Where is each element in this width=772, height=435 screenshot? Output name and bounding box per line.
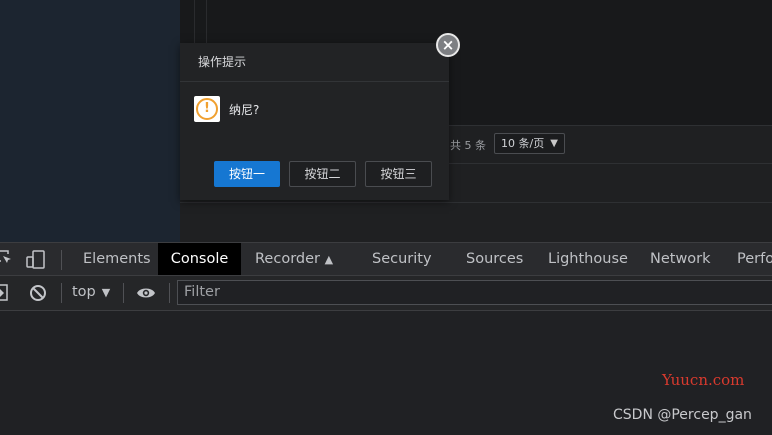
- devtools-tab-bar: Elements Console Recorder ▲ Security Sou…: [0, 242, 772, 276]
- eye-icon[interactable]: [136, 285, 156, 305]
- inspect-element-icon[interactable]: [0, 249, 14, 271]
- close-icon[interactable]: ×: [436, 33, 460, 57]
- filter-input[interactable]: Filter: [177, 280, 772, 305]
- context-selector[interactable]: top ▼: [72, 284, 110, 300]
- tab-recorder[interactable]: Recorder ▲: [255, 243, 333, 275]
- divider: [61, 283, 62, 303]
- button-one[interactable]: 按钮一: [214, 161, 280, 187]
- console-toolbar: top ▼ Filter: [0, 276, 772, 311]
- chevron-down-icon: ▼: [101, 286, 111, 299]
- divider: [180, 202, 772, 203]
- pagination-total: 共 5 条: [450, 139, 486, 152]
- page-size-value: 10 条/页: [501, 137, 545, 150]
- button-two[interactable]: 按钮二: [289, 161, 356, 187]
- tab-security[interactable]: Security: [372, 243, 432, 275]
- tab-lighthouse[interactable]: Lighthouse: [548, 243, 628, 275]
- tab-performance[interactable]: Perfo: [737, 243, 772, 275]
- tab-network[interactable]: Network: [650, 243, 711, 275]
- app-sidebar: [0, 0, 180, 242]
- sidebar-toggle-icon[interactable]: [0, 284, 10, 306]
- page-size-select[interactable]: 10 条/页 ▼: [494, 133, 565, 154]
- chevron-down-icon: ▼: [550, 138, 558, 149]
- button-three[interactable]: 按钮三: [365, 161, 432, 187]
- tab-recorder-label: Recorder: [255, 251, 320, 267]
- watermark-site: Yuucn.com: [662, 371, 745, 389]
- tab-console[interactable]: Console: [158, 243, 241, 275]
- divider: [123, 283, 124, 303]
- warning-icon: !: [194, 96, 220, 122]
- divider: [169, 283, 170, 303]
- tab-sources[interactable]: Sources: [466, 243, 523, 275]
- tab-elements[interactable]: Elements: [83, 243, 151, 275]
- alert-dialog: 操作提示 ! 纳尼? 按钮一 按钮二 按钮三: [180, 43, 449, 200]
- warning-glyph: !: [196, 98, 218, 120]
- dialog-message: 纳尼?: [229, 103, 260, 117]
- device-toolbar-icon[interactable]: [26, 250, 46, 274]
- divider: [61, 250, 62, 270]
- flask-icon: ▲: [324, 253, 334, 266]
- context-value: top: [72, 284, 96, 300]
- dialog-header: 操作提示: [180, 43, 449, 82]
- watermark-author: CSDN @Percep_gan: [613, 407, 752, 423]
- clear-console-icon[interactable]: [29, 284, 47, 306]
- dialog-title: 操作提示: [198, 55, 247, 69]
